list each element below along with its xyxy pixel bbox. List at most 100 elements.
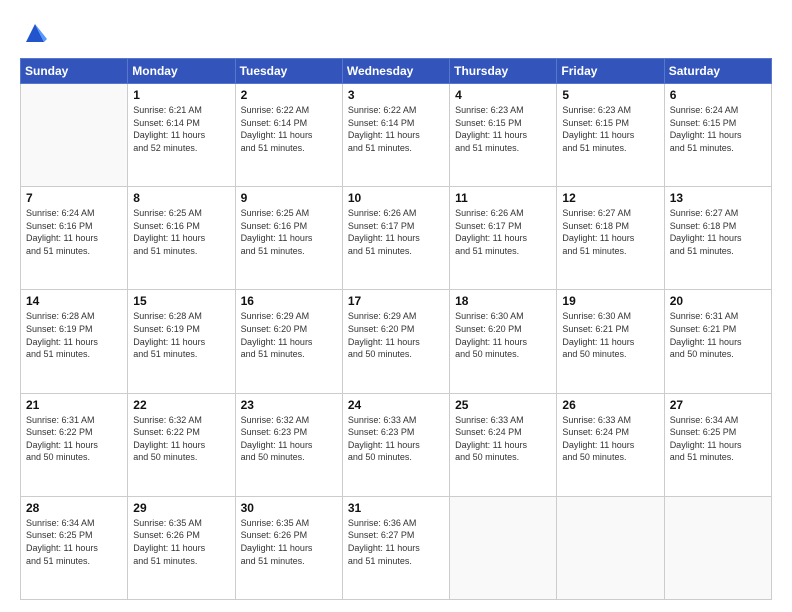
calendar-cell: 17 Sunrise: 6:29 AM Sunset: 6:20 PM Dayli… <box>342 290 449 393</box>
day-number: 27 <box>670 398 766 412</box>
day-number: 19 <box>562 294 658 308</box>
day-info: Sunrise: 6:27 AM Sunset: 6:18 PM Dayligh… <box>670 207 766 257</box>
day-number: 9 <box>241 191 337 205</box>
day-number: 23 <box>241 398 337 412</box>
day-number: 2 <box>241 88 337 102</box>
day-number: 22 <box>133 398 229 412</box>
day-number: 25 <box>455 398 551 412</box>
col-header-tuesday: Tuesday <box>235 59 342 84</box>
calendar-cell <box>557 496 664 599</box>
day-number: 4 <box>455 88 551 102</box>
day-info: Sunrise: 6:28 AM Sunset: 6:19 PM Dayligh… <box>26 310 122 360</box>
calendar-cell <box>450 496 557 599</box>
day-info: Sunrise: 6:35 AM Sunset: 6:26 PM Dayligh… <box>133 517 229 567</box>
calendar-cell: 9 Sunrise: 6:25 AM Sunset: 6:16 PM Daylig… <box>235 187 342 290</box>
calendar-cell: 3Sunrise: 6:22 AM Sunset: 6:14 PM Daylig… <box>342 84 449 187</box>
day-info: Sunrise: 6:26 AM Sunset: 6:17 PM Dayligh… <box>348 207 444 257</box>
day-info: Sunrise: 6:27 AM Sunset: 6:18 PM Dayligh… <box>562 207 658 257</box>
day-info: Sunrise: 6:25 AM Sunset: 6:16 PM Dayligh… <box>241 207 337 257</box>
day-info: Sunrise: 6:35 AM Sunset: 6:26 PM Dayligh… <box>241 517 337 567</box>
logo-icon <box>20 18 50 48</box>
calendar-cell: 26 Sunrise: 6:33 AM Sunset: 6:24 PM Dayli… <box>557 393 664 496</box>
day-info: Sunrise: 6:25 AM Sunset: 6:16 PM Dayligh… <box>133 207 229 257</box>
week-row-3: 21Sunrise: 6:31 AM Sunset: 6:22 PM Dayli… <box>21 393 772 496</box>
day-info: Sunrise: 6:33 AM Sunset: 6:24 PM Dayligh… <box>455 414 551 464</box>
calendar-cell: 29 Sunrise: 6:35 AM Sunset: 6:26 PM Dayli… <box>128 496 235 599</box>
day-info: Sunrise: 6:21 AM Sunset: 6:14 PM Dayligh… <box>133 104 229 154</box>
calendar-cell: 2 Sunrise: 6:22 AM Sunset: 6:14 PM Daylig… <box>235 84 342 187</box>
day-info: Sunrise: 6:32 AM Sunset: 6:22 PM Dayligh… <box>133 414 229 464</box>
day-info: Sunrise: 6:34 AM Sunset: 6:25 PM Dayligh… <box>670 414 766 464</box>
day-info: Sunrise: 6:33 AM Sunset: 6:24 PM Dayligh… <box>562 414 658 464</box>
day-info: Sunrise: 6:33 AM Sunset: 6:23 PM Dayligh… <box>348 414 444 464</box>
calendar-cell: 28Sunrise: 6:34 AM Sunset: 6:25 PM Dayli… <box>21 496 128 599</box>
day-number: 6 <box>670 88 766 102</box>
day-number: 5 <box>562 88 658 102</box>
day-number: 18 <box>455 294 551 308</box>
calendar-cell: 8 Sunrise: 6:25 AM Sunset: 6:16 PM Daylig… <box>128 187 235 290</box>
calendar-cell: 25 Sunrise: 6:33 AM Sunset: 6:24 PM Dayli… <box>450 393 557 496</box>
day-info: Sunrise: 6:28 AM Sunset: 6:19 PM Dayligh… <box>133 310 229 360</box>
page: SundayMondayTuesdayWednesdayThursdayFrid… <box>0 0 792 612</box>
day-number: 13 <box>670 191 766 205</box>
day-number: 3 <box>348 88 444 102</box>
day-number: 12 <box>562 191 658 205</box>
calendar-cell: 14 Sunrise: 6:28 AM Sunset: 6:19 PM Dayli… <box>21 290 128 393</box>
day-number: 10 <box>348 191 444 205</box>
day-info: Sunrise: 6:29 AM Sunset: 6:20 PM Dayligh… <box>348 310 444 360</box>
day-number: 29 <box>133 501 229 515</box>
calendar-cell: 11 Sunrise: 6:26 AM Sunset: 6:17 PM Dayli… <box>450 187 557 290</box>
calendar-cell: 24 Sunrise: 6:33 AM Sunset: 6:23 PM Dayli… <box>342 393 449 496</box>
col-header-sunday: Sunday <box>21 59 128 84</box>
calendar-cell: 22 Sunrise: 6:32 AM Sunset: 6:22 PM Dayli… <box>128 393 235 496</box>
day-info: Sunrise: 6:29 AM Sunset: 6:20 PM Dayligh… <box>241 310 337 360</box>
day-info: Sunrise: 6:30 AM Sunset: 6:20 PM Dayligh… <box>455 310 551 360</box>
week-row-1: 7Sunrise: 6:24 AM Sunset: 6:16 PM Daylig… <box>21 187 772 290</box>
day-number: 26 <box>562 398 658 412</box>
calendar-cell: 18 Sunrise: 6:30 AM Sunset: 6:20 PM Dayli… <box>450 290 557 393</box>
day-number: 14 <box>26 294 122 308</box>
day-number: 11 <box>455 191 551 205</box>
day-number: 21 <box>26 398 122 412</box>
calendar-cell: 30 Sunrise: 6:35 AM Sunset: 6:26 PM Dayli… <box>235 496 342 599</box>
logo <box>20 18 54 48</box>
day-number: 17 <box>348 294 444 308</box>
calendar-cell: 13 Sunrise: 6:27 AM Sunset: 6:18 PM Dayli… <box>664 187 771 290</box>
day-info: Sunrise: 6:22 AM Sunset: 6:14 PM Dayligh… <box>241 104 337 154</box>
day-info: Sunrise: 6:31 AM Sunset: 6:21 PM Dayligh… <box>670 310 766 360</box>
day-info: Sunrise: 6:30 AM Sunset: 6:21 PM Dayligh… <box>562 310 658 360</box>
col-header-wednesday: Wednesday <box>342 59 449 84</box>
day-info: Sunrise: 6:23 AM Sunset: 6:15 PM Dayligh… <box>562 104 658 154</box>
calendar-cell: 23 Sunrise: 6:32 AM Sunset: 6:23 PM Dayli… <box>235 393 342 496</box>
col-header-monday: Monday <box>128 59 235 84</box>
week-row-4: 28Sunrise: 6:34 AM Sunset: 6:25 PM Dayli… <box>21 496 772 599</box>
calendar-header-row: SundayMondayTuesdayWednesdayThursdayFrid… <box>21 59 772 84</box>
day-info: Sunrise: 6:34 AM Sunset: 6:25 PM Dayligh… <box>26 517 122 567</box>
day-number: 16 <box>241 294 337 308</box>
day-number: 24 <box>348 398 444 412</box>
day-number: 15 <box>133 294 229 308</box>
calendar-cell: 10 Sunrise: 6:26 AM Sunset: 6:17 PM Dayli… <box>342 187 449 290</box>
day-number: 20 <box>670 294 766 308</box>
day-number: 31 <box>348 501 444 515</box>
day-info: Sunrise: 6:24 AM Sunset: 6:16 PM Dayligh… <box>26 207 122 257</box>
header <box>20 18 772 48</box>
day-info: Sunrise: 6:26 AM Sunset: 6:17 PM Dayligh… <box>455 207 551 257</box>
week-row-0: 1Sunrise: 6:21 AM Sunset: 6:14 PM Daylig… <box>21 84 772 187</box>
week-row-2: 14 Sunrise: 6:28 AM Sunset: 6:19 PM Dayli… <box>21 290 772 393</box>
col-header-thursday: Thursday <box>450 59 557 84</box>
calendar-cell: 7Sunrise: 6:24 AM Sunset: 6:16 PM Daylig… <box>21 187 128 290</box>
day-number: 30 <box>241 501 337 515</box>
calendar-cell: 15 Sunrise: 6:28 AM Sunset: 6:19 PM Dayli… <box>128 290 235 393</box>
calendar-cell: 27 Sunrise: 6:34 AM Sunset: 6:25 PM Dayli… <box>664 393 771 496</box>
calendar-cell: 6Sunrise: 6:24 AM Sunset: 6:15 PM Daylig… <box>664 84 771 187</box>
calendar-cell <box>21 84 128 187</box>
day-number: 8 <box>133 191 229 205</box>
calendar-cell: 16 Sunrise: 6:29 AM Sunset: 6:20 PM Dayli… <box>235 290 342 393</box>
calendar-cell: 4Sunrise: 6:23 AM Sunset: 6:15 PM Daylig… <box>450 84 557 187</box>
day-info: Sunrise: 6:36 AM Sunset: 6:27 PM Dayligh… <box>348 517 444 567</box>
calendar-cell: 19 Sunrise: 6:30 AM Sunset: 6:21 PM Dayli… <box>557 290 664 393</box>
calendar-cell: 12 Sunrise: 6:27 AM Sunset: 6:18 PM Dayli… <box>557 187 664 290</box>
day-info: Sunrise: 6:32 AM Sunset: 6:23 PM Dayligh… <box>241 414 337 464</box>
calendar-cell: 5 Sunrise: 6:23 AM Sunset: 6:15 PM Daylig… <box>557 84 664 187</box>
